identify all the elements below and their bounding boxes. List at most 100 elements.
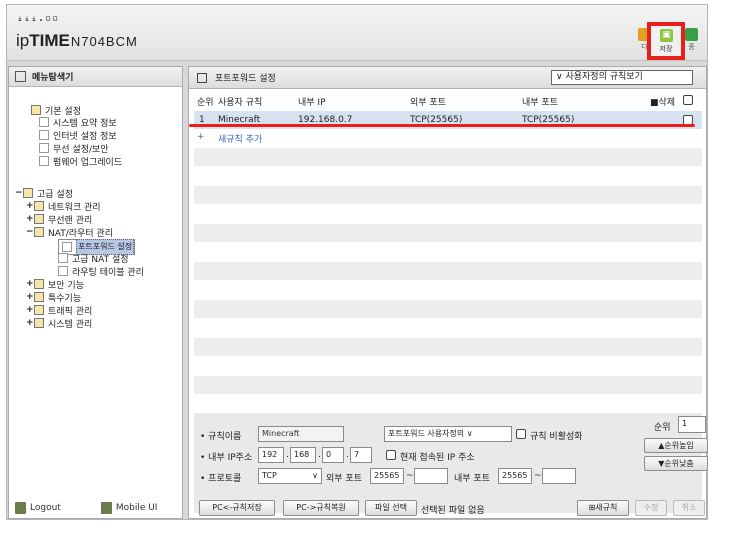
- mobile-ui-link[interactable]: Mobile UI: [116, 503, 158, 513]
- logo-dots: ᵢᵢᵢ.▫▫: [17, 13, 60, 24]
- priority-down-button[interactable]: ▼순위낮춤: [644, 456, 708, 471]
- select-all-checkbox[interactable]: [683, 95, 693, 105]
- tree-advanced-nat[interactable]: 고급 NAT 설정: [58, 252, 129, 265]
- tree-traffic[interactable]: + 트래픽 관리: [26, 304, 93, 317]
- tree-label: 시스템 요약 정보: [53, 118, 117, 129]
- restore-from-pc-button[interactable]: PC->규칙복원: [283, 500, 359, 516]
- edit-button[interactable]: 수정: [635, 500, 667, 516]
- priority-label: 순위: [654, 423, 671, 433]
- tree-system-summary[interactable]: 시스템 요약 정보: [39, 116, 117, 129]
- port-forward-panel: 포트포워드 설정 ∨ 사용자정의 규칙보기 순위 사용자 규칙 내부 IP 외부…: [188, 66, 708, 519]
- header-bar: ᵢᵢᵢ.▫▫ ipTIMEN704BCM 다 ▣ 저장 종: [7, 5, 707, 61]
- router-icon: [34, 227, 44, 237]
- logout-link[interactable]: Logout: [30, 503, 61, 513]
- tree-toggle[interactable]: +: [26, 201, 34, 211]
- tree-toggle[interactable]: +: [26, 279, 34, 289]
- topbar-button-3[interactable]: 종: [685, 28, 698, 54]
- add-rule-row[interactable]: + 새규칙 추가: [194, 130, 702, 148]
- save-to-pc-button[interactable]: PC<-규칙저장: [199, 500, 275, 516]
- tree-toggle[interactable]: +: [26, 305, 34, 315]
- new-rule-button[interactable]: ⊞새규칙: [577, 500, 629, 516]
- menu-explorer-panel: 메뉴탐색기 기본 설정 시스템 요약 정보 인터넷 설정 정보 무선 설정/보안…: [8, 66, 183, 519]
- rule-type-select[interactable]: 포트포워드 사용자정의 ∨: [384, 426, 512, 442]
- rule-name-input[interactable]: Minecraft: [258, 426, 344, 442]
- monitor-icon: [39, 130, 49, 140]
- menu-explorer-header: 메뉴탐색기: [9, 67, 182, 87]
- external-port-start[interactable]: 25565: [370, 468, 404, 484]
- tree-toggle[interactable]: +: [26, 318, 34, 328]
- highlight-underline: [189, 124, 695, 127]
- iptime-logo: ipTIMEN704BCM: [16, 31, 138, 51]
- tree-wlan-manage[interactable]: + 무선랜 관리: [26, 213, 92, 226]
- rule-view-select[interactable]: ∨ 사용자정의 규칙보기: [551, 70, 693, 85]
- current-ip-checkbox[interactable]: [386, 450, 396, 460]
- window-icon: [197, 72, 207, 83]
- empty-row: [194, 338, 702, 356]
- rule-edit-form: • 규칙이름 Minecraft 포트포워드 사용자정의 ∨ 규칙 비활성화 순…: [194, 413, 708, 513]
- col-rule: 사용자 규칙: [218, 98, 263, 108]
- empty-row: [194, 186, 702, 204]
- table-header: 순위 사용자 규칙 내부 IP 외부 포트 내부 포트 ■삭제: [194, 91, 702, 109]
- ip-octet-1[interactable]: 192: [258, 447, 284, 463]
- logo-model: N704BCM: [70, 34, 138, 49]
- ip-octet-4[interactable]: 7: [350, 447, 372, 463]
- save-button[interactable]: ▣ 저장: [647, 22, 685, 60]
- tree-toggle[interactable]: −: [15, 188, 23, 198]
- tree-nat-router[interactable]: − NAT/라우터 관리: [26, 226, 113, 239]
- tree-basic-settings[interactable]: 기본 설정: [23, 104, 81, 117]
- tree-wireless-security[interactable]: 무선 설정/보안: [39, 142, 109, 155]
- folder-icon: [23, 188, 33, 198]
- tree-label: 고급 NAT 설정: [72, 254, 129, 265]
- ip-dot: .: [286, 450, 289, 460]
- protocol-value: TCP: [262, 471, 277, 480]
- tree-label: 보안 기능: [48, 280, 84, 291]
- magnifier-icon: [15, 71, 26, 82]
- tree-system-manage[interactable]: + 시스템 관리: [26, 317, 92, 330]
- tree-security[interactable]: + 보안 기능: [26, 278, 84, 291]
- plus-icon: +: [197, 132, 205, 142]
- firmware-icon: [39, 156, 49, 166]
- priority-input[interactable]: 1: [678, 416, 706, 433]
- topbar-button-3-label: 종: [688, 43, 695, 51]
- choose-file-button[interactable]: 파일 선택: [365, 500, 417, 516]
- page-icon: [58, 266, 68, 276]
- mobile-icon: [100, 502, 112, 514]
- tree-label: 트래픽 관리: [48, 306, 93, 317]
- disable-rule-checkbox[interactable]: [516, 429, 526, 439]
- col-internal-ip: 내부 IP: [298, 98, 326, 108]
- router-admin-window: ᵢᵢᵢ.▫▫ ipTIMEN704BCM 다 ▣ 저장 종 메뉴탐색기 기본 설…: [6, 4, 708, 520]
- tree-toggle[interactable]: +: [26, 214, 34, 224]
- save-button-label: 저장: [659, 45, 673, 53]
- tree-internet-info[interactable]: 인터넷 설정 정보: [39, 129, 117, 142]
- cancel-button[interactable]: 취소: [673, 500, 705, 516]
- tree-advanced-settings[interactable]: − 고급 설정: [15, 187, 73, 200]
- external-port-end[interactable]: [414, 468, 448, 484]
- ip-octet-2[interactable]: 168: [290, 447, 316, 463]
- tree-label: 펌웨어 업그레이드: [53, 157, 123, 168]
- page-icon: [58, 253, 68, 263]
- network-icon: [34, 201, 44, 211]
- ip-dot: .: [318, 450, 321, 460]
- tree-label: 고급 설정: [37, 189, 73, 200]
- range-tilde: ~: [534, 471, 542, 481]
- add-rule-link[interactable]: 새규칙 추가: [218, 132, 262, 145]
- internal-port-start[interactable]: 25565: [498, 468, 532, 484]
- no-file-text: 선택된 파일 없음: [421, 506, 485, 516]
- tree-special[interactable]: + 특수기능: [26, 291, 81, 304]
- tree-firmware-upgrade[interactable]: 펌웨어 업그레이드: [39, 155, 123, 168]
- internal-port-label: 내부 포트: [454, 474, 490, 484]
- protocol-select[interactable]: TCP ∨: [258, 468, 322, 484]
- tree-toggle[interactable]: +: [26, 292, 34, 302]
- empty-row: [194, 224, 702, 242]
- tree-routing-table[interactable]: 라우팅 테이블 관리: [58, 265, 144, 278]
- tree-network-manage[interactable]: + 네트워크 관리: [26, 200, 101, 213]
- ip-octet-3[interactable]: 0: [322, 447, 344, 463]
- tree-toggle[interactable]: −: [26, 227, 34, 237]
- wireless-icon: [39, 143, 49, 153]
- exit-icon: [685, 28, 698, 41]
- internal-port-end[interactable]: [542, 468, 576, 484]
- col-delete: ■삭제: [650, 98, 676, 108]
- priority-up-button[interactable]: ▲순위높임: [644, 438, 708, 453]
- rule-table: 순위 사용자 규칙 내부 IP 외부 포트 내부 포트 ■삭제 1 Minecr…: [194, 91, 702, 411]
- col-external-port: 외부 포트: [410, 98, 446, 108]
